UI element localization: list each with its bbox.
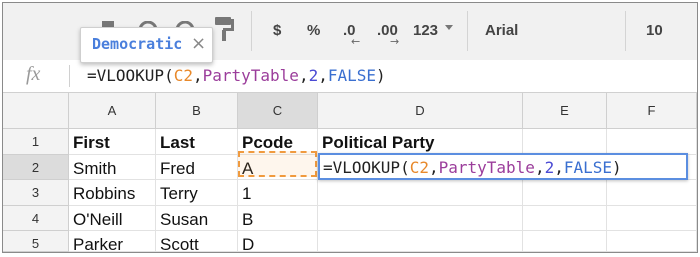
formula-token: =VLOOKUP( [87,66,174,85]
formula-number: 2 [544,158,555,177]
cell-c1[interactable]: Pcode [238,129,318,155]
formula-token: ) [612,158,622,177]
row-header-3[interactable]: 3 [3,180,69,206]
formula-cell-ref: C2 [173,66,193,85]
number-format-button[interactable]: 123 [413,20,438,42]
formula-range-name: PartyTable [438,158,535,177]
formula-cell-ref: C2 [409,158,429,177]
cell-f4[interactable] [607,206,697,231]
cell-e1[interactable] [523,129,607,155]
cell-c3[interactable]: 1 [238,180,318,206]
currency-format-button[interactable]: $ [273,20,281,42]
cell-editor-text[interactable]: =VLOOKUP(C2,PartyTable,2,FALSE) [323,158,622,177]
row-header-4[interactable]: 4 [3,206,69,231]
column-header-f[interactable]: F [607,93,697,129]
column-header-b[interactable]: B [156,93,238,129]
formula-token: , [428,158,439,177]
cell-a5[interactable]: Parker [69,231,156,252]
formula-token: =VLOOKUP( [323,158,410,177]
paint-format-icon[interactable] [215,17,235,41]
formula-token: , [534,158,545,177]
cell-b1[interactable]: Last [156,129,238,155]
column-header-e[interactable]: E [523,93,607,129]
cell-e4[interactable] [523,206,607,231]
row-header-5[interactable]: 5 [3,231,69,252]
cell-a2[interactable]: Smith [69,155,156,180]
font-size-select[interactable]: 10 [646,20,663,42]
toolbar-separator [467,11,468,51]
row-header-2[interactable]: 2 [3,155,69,180]
formula-token: , [192,66,203,85]
formula-token: , [554,158,564,177]
cell-a4[interactable]: O'Neill [69,206,156,231]
cell-f1[interactable] [607,129,697,155]
cell-a1[interactable]: First [69,129,156,155]
column-header-a[interactable]: A [69,93,156,129]
font-family-select[interactable]: Arial [485,20,518,42]
increase-decimals-button[interactable]: .00 → [377,15,409,48]
cell-e5[interactable] [523,231,607,252]
cell-editor[interactable]: =VLOOKUP(C2,PartyTable,2,FALSE) [318,153,688,180]
close-icon[interactable]: × [191,33,206,54]
cell-e3[interactable] [523,180,607,206]
toolbar-separator [251,11,252,51]
decrease-decimals-button[interactable]: .0 ← [343,15,369,48]
cell-b2[interactable]: Fred [156,155,238,180]
formula-bar-separator [69,65,70,87]
cell-c5[interactable]: D [238,231,318,252]
percent-format-button[interactable]: % [307,20,320,42]
cell-d3[interactable] [318,180,523,206]
select-all-corner[interactable] [3,93,69,129]
right-arrow-icon: → [390,35,400,48]
formula-token: , [298,66,309,85]
toolbar-separator [625,11,626,51]
cell-c4[interactable]: B [238,206,318,231]
formula-boolean: FALSE [563,158,613,177]
formula-token: ) [376,66,386,85]
cell-b5[interactable]: Scott [156,231,238,252]
cell-c2[interactable]: A [238,155,318,180]
formula-boolean: FALSE [327,66,377,85]
number-format-dropdown-icon[interactable] [445,25,453,30]
spreadsheet-window: $ % .0 ← .00 → 123 Arial 10 Democratic ×… [2,2,698,253]
formula-token: , [318,66,328,85]
autocomplete-suggestion[interactable]: Democratic × [80,27,213,63]
formula-bar: fx =VLOOKUP(C2,PartyTable,2,FALSE) [3,60,697,93]
formula-number: 2 [308,66,319,85]
cell-b4[interactable]: Susan [156,206,238,231]
cell-f5[interactable] [607,231,697,252]
cell-d4[interactable] [318,206,523,231]
suggestion-label: Democratic [92,35,183,53]
left-arrow-icon: ← [351,35,361,48]
cell-d1[interactable]: Political Party [318,129,523,155]
formula-range-name: PartyTable [202,66,299,85]
cell-b3[interactable]: Terry [156,180,238,206]
row-header-1[interactable]: 1 [3,129,69,155]
fx-icon: fx [26,63,41,85]
column-header-c[interactable]: C [238,93,318,129]
cell-d5[interactable] [318,231,523,252]
formula-input[interactable]: =VLOOKUP(C2,PartyTable,2,FALSE) [87,66,386,85]
column-header-d[interactable]: D [318,93,523,129]
cell-f3[interactable] [607,180,697,206]
cell-a3[interactable]: Robbins [69,180,156,206]
